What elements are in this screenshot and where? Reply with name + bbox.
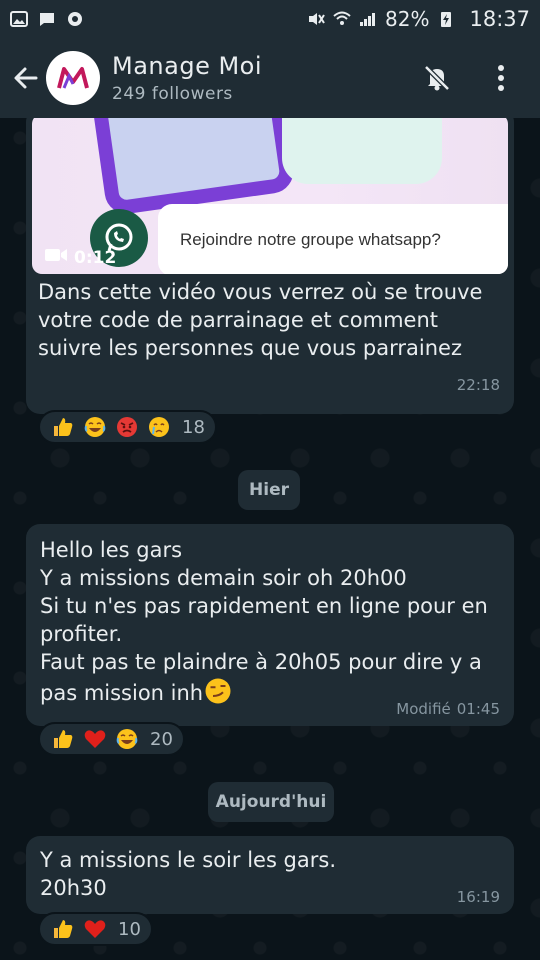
reactions-bar[interactable]: 18 [38, 410, 217, 444]
card-illustration [282, 118, 442, 184]
signal-icon [359, 11, 377, 27]
message-line: 20h30 [40, 876, 107, 900]
message-icon [38, 11, 56, 27]
message-line-text: Faut pas te plaindre à 20h05 pour dire y… [40, 650, 482, 705]
message-line: Faut pas te plaindre à 20h05 pour dire y… [40, 648, 500, 707]
reaction-count: 18 [182, 416, 205, 438]
message-bubble[interactable]: Rejoindre notre groupe whatsapp? 0:12 Da… [26, 118, 514, 414]
back-arrow-icon[interactable] [6, 58, 46, 98]
thumbs-up-emoji-icon [50, 726, 76, 752]
gallery-icon [10, 11, 28, 27]
battery-percent: 82% [385, 7, 430, 31]
heart-emoji-icon [82, 916, 108, 942]
message-text: Dans cette vidéo vous verrez où se trouv… [38, 280, 483, 360]
message-time: 22:18 [456, 376, 500, 394]
video-caption-text: Rejoindre notre groupe whatsapp? [158, 204, 508, 274]
more-vertical-icon[interactable] [484, 61, 518, 95]
message-time: 01:45 [456, 700, 500, 718]
message-text: Y a missions le soir les gars. 20h30 [40, 846, 440, 902]
edited-label: Modifié [396, 700, 451, 718]
crying-emoji-icon [146, 414, 172, 440]
video-thumbnail[interactable]: Rejoindre notre groupe whatsapp? 0:12 [32, 118, 508, 274]
message-line: Hello les gars [40, 538, 183, 562]
date-separator: Aujourd'hui [208, 782, 334, 822]
angry-emoji-icon [114, 414, 140, 440]
message-text: Hello les gars Y a missions demain soir … [40, 536, 500, 707]
chat-area[interactable]: Rejoindre notre groupe whatsapp? 0:12 Da… [0, 118, 540, 960]
heart-emoji-icon [82, 726, 108, 752]
channel-header: Manage Moi 249 followers [0, 38, 540, 118]
message-bubble[interactable]: Hello les gars Y a missions demain soir … [26, 524, 514, 726]
message-line: Y a missions le soir les gars. [40, 848, 337, 872]
date-separator: Hier [238, 470, 300, 510]
reaction-count: 20 [150, 728, 173, 750]
reactions-bar[interactable]: 20 [38, 722, 185, 756]
reaction-count: 10 [118, 918, 141, 940]
video-duration: 0:12 [44, 247, 116, 268]
message-line: Y a missions demain soir oh 20h00 [40, 566, 407, 590]
thumbs-up-emoji-icon [50, 414, 76, 440]
thumbs-up-emoji-icon [50, 916, 76, 942]
whatsapp-status-icon [66, 11, 84, 27]
message-meta: Modifié 01:45 [396, 700, 500, 718]
channel-logo-icon [57, 67, 89, 89]
channel-avatar[interactable] [46, 51, 100, 105]
video-duration-label: 0:12 [74, 247, 117, 268]
status-bar: 82% 18:37 [0, 0, 540, 38]
message-bubble[interactable]: Y a missions le soir les gars. 20h30 16:… [26, 836, 514, 914]
bell-off-icon[interactable] [420, 61, 454, 95]
joy-emoji-icon [114, 726, 140, 752]
video-camera-icon [44, 247, 68, 268]
reactions-bar[interactable]: 10 [38, 912, 153, 946]
channel-info[interactable]: Manage Moi 249 followers [112, 52, 262, 104]
wifi-icon [333, 11, 351, 27]
mute-icon [307, 11, 325, 27]
message-time: 16:19 [456, 888, 500, 906]
battery-charging-icon [437, 11, 455, 27]
clock: 18:37 [469, 7, 530, 31]
channel-title: Manage Moi [112, 52, 263, 80]
smirk-emoji-icon [205, 678, 231, 704]
phone-illustration [89, 118, 297, 217]
message-line: Si tu n'es pas rapidement en ligne pour … [40, 594, 488, 646]
joy-emoji-icon [82, 414, 108, 440]
followers-count: 249 followers [112, 84, 233, 104]
